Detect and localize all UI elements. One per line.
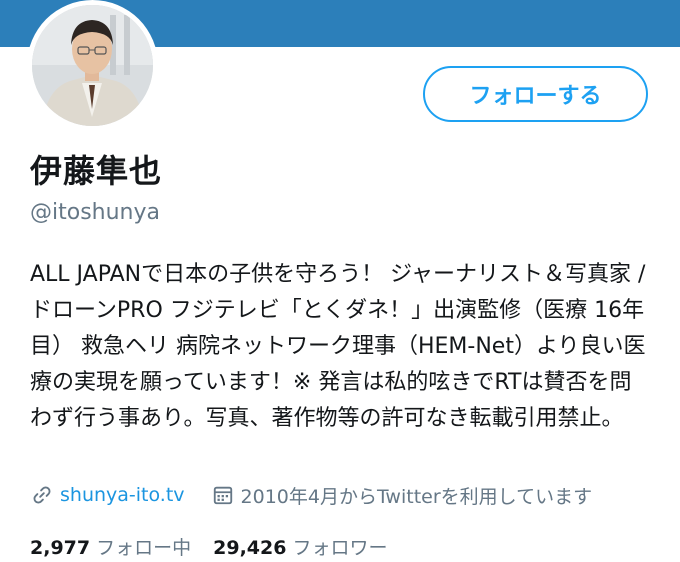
calendar-icon: [211, 483, 235, 507]
following-label: フォロー中: [96, 537, 192, 559]
avatar[interactable]: [32, 5, 153, 126]
join-date: 2010年4月からTwitterを利用しています: [240, 485, 593, 508]
followers-link[interactable]: 29,426 フォロワー: [213, 533, 387, 560]
avatar-frame[interactable]: [27, 0, 158, 131]
display-name: 伊藤隼也: [30, 152, 163, 190]
avatar-photo: [32, 5, 153, 126]
profile-bio: ALL JAPANで日本の子供を守ろう！ ジャーナリスト＆写真家 /ドローンPR…: [30, 262, 646, 431]
followers-label: フォロワー: [292, 537, 388, 559]
link-icon: [30, 483, 54, 507]
website-link[interactable]: shunya-ito.tv: [60, 484, 185, 506]
followers-count: 29,426: [213, 537, 287, 559]
following-count: 2,977: [30, 537, 91, 559]
profile-stats: 2,977 フォロー中 29,426 フォロワー: [30, 533, 387, 560]
following-link[interactable]: 2,977 フォロー中: [30, 533, 191, 560]
user-handle: @itoshunya: [30, 200, 160, 225]
profile-meta: shunya-ito.tv 2010年4月からTwitterを利用しています: [30, 481, 592, 509]
follow-button[interactable]: フォローする: [423, 66, 648, 122]
